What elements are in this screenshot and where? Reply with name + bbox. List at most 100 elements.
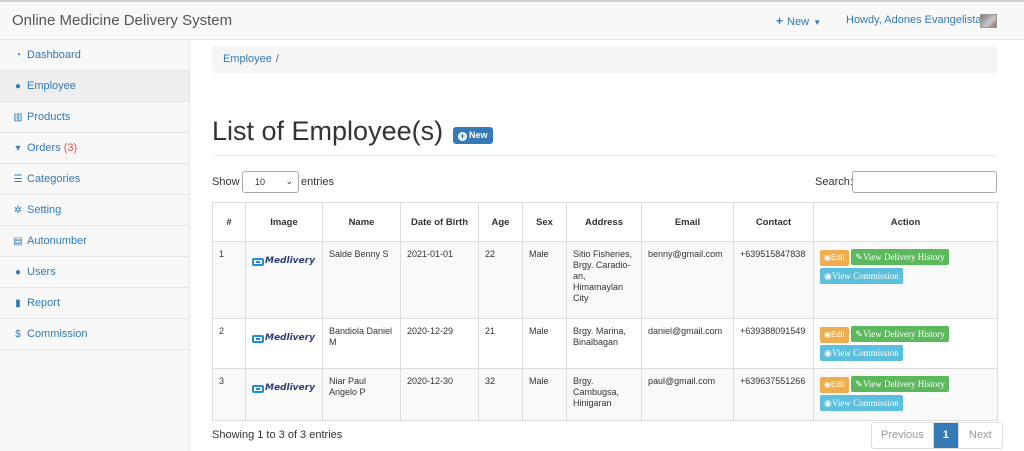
sidebar-item-employee[interactable]: ● Employee xyxy=(0,71,189,102)
sidebar-item-label: Employee xyxy=(27,80,76,92)
app-title[interactable]: Online Medicine Delivery System xyxy=(12,12,232,29)
view-delivery-history-button[interactable]: ✎View Delivery History xyxy=(851,326,949,342)
page-1-button[interactable]: 1 xyxy=(933,423,958,448)
cell-address: Sitio Fisheries, Brgy. Caradio-an, Himam… xyxy=(566,241,642,319)
table-row: 1 Medlivery Salde Benny S 2021-01-01 22 … xyxy=(212,241,998,319)
cell-name: Salde Benny S xyxy=(322,241,401,319)
column-header[interactable]: Contact xyxy=(733,202,814,242)
sidebar-item-products[interactable]: ▥ Products xyxy=(0,102,189,133)
logo-text-a: Med xyxy=(265,383,287,393)
breadcrumb-separator: / xyxy=(275,53,279,65)
entries-select[interactable]: 10 ⌄ xyxy=(242,171,299,193)
edit-button[interactable]: ◉Edit xyxy=(820,377,849,393)
column-header[interactable]: Action xyxy=(813,202,998,242)
cell-image: Medlivery xyxy=(245,241,323,319)
chevron-down-icon: ⌄ xyxy=(285,176,293,186)
eye-icon: ◉ xyxy=(824,330,831,339)
sidebar-item-categories[interactable]: ☰ Categories xyxy=(0,164,189,195)
history-label: View Delivery History xyxy=(862,379,945,389)
column-header[interactable]: Name xyxy=(322,202,401,242)
breadcrumb-employee-link[interactable]: Employee xyxy=(223,53,272,65)
eye-icon: ◉ xyxy=(824,271,832,281)
cell-age: 22 xyxy=(478,241,523,319)
medlivery-logo: Medlivery xyxy=(252,256,316,267)
cell-address: Brgy. Marina, Binalbagan xyxy=(566,318,642,369)
sidebar-item-commission[interactable]: $ Commission xyxy=(0,319,189,350)
edit-button[interactable]: ◉Edit xyxy=(820,250,849,266)
new-dropdown-label: New xyxy=(787,16,810,28)
cell-dob: 2020-12-30 xyxy=(400,368,479,421)
new-dropdown[interactable]: + New ▼ xyxy=(776,14,821,28)
user-menu[interactable]: Howdy, Adones Evangelista xyxy=(846,14,982,26)
orders-count-badge: (3) xyxy=(63,142,78,154)
eye-icon: ◉ xyxy=(824,380,831,389)
entries-select-value: 10 xyxy=(255,177,266,187)
dollar-icon: $ xyxy=(15,329,21,340)
sidebar-item-label: Autonumber xyxy=(27,235,87,247)
sidebar-item-autonumber[interactable]: ▤ Autonumber xyxy=(0,226,189,257)
show-label: Show xyxy=(212,176,240,188)
truck-icon xyxy=(252,384,264,393)
cell-email: paul@gmail.com xyxy=(641,368,734,421)
column-header[interactable]: Date of Birth xyxy=(400,202,479,242)
cell-image: Medlivery xyxy=(245,368,323,421)
view-delivery-history-button[interactable]: ✎View Delivery History xyxy=(851,249,949,265)
cell-action: ◉Edit ✎View Delivery History ◉View Commi… xyxy=(813,241,998,319)
column-header[interactable]: # xyxy=(212,202,246,242)
history-label: View Delivery History xyxy=(862,252,945,262)
sidebar-item-setting[interactable]: ✲ Setting xyxy=(0,195,189,226)
search-input[interactable] xyxy=(852,171,997,193)
avatar[interactable] xyxy=(980,14,997,28)
edit-icon: ✎ xyxy=(855,329,863,339)
sidebar-item-report[interactable]: ▮ Report xyxy=(0,288,189,319)
entries-label: entries xyxy=(301,176,335,188)
table-row: 3 Medlivery Niar Paul Angelo P 2020-12-3… xyxy=(212,368,998,421)
column-header[interactable]: Image xyxy=(245,202,323,242)
sidebar-item-users[interactable]: ● Users xyxy=(0,257,189,288)
sidebar-item-orders[interactable]: ▾ Orders (3) xyxy=(0,133,189,164)
cell-contact: +639637551266 xyxy=(733,368,814,421)
view-delivery-history-button[interactable]: ✎View Delivery History xyxy=(851,376,949,392)
cell-number: 2 xyxy=(212,318,246,369)
sidebar-item-label: Categories xyxy=(27,173,81,185)
edit-label: Edit xyxy=(830,380,845,389)
logo-text-b: livery xyxy=(286,256,315,266)
users-icon: ● xyxy=(14,81,22,92)
cell-age: 32 xyxy=(478,368,523,421)
commission-label: View Commission xyxy=(831,398,899,408)
logo-text-b: livery xyxy=(286,333,315,343)
view-commission-button[interactable]: ◉View Commission xyxy=(820,345,903,361)
view-commission-button[interactable]: ◉View Commission xyxy=(820,268,903,284)
edit-label: Edit xyxy=(830,330,845,339)
sidebar-item-label: Users xyxy=(27,266,56,278)
title-divider xyxy=(212,155,997,156)
view-commission-button[interactable]: ◉View Commission xyxy=(820,395,903,411)
edit-icon: ✎ xyxy=(855,252,863,262)
sidebar-item-label: Commission xyxy=(27,328,88,340)
edit-label: Edit xyxy=(830,253,845,262)
cell-action: ◉Edit ✎View Delivery History ◉View Commi… xyxy=(813,318,998,369)
column-header[interactable]: Sex xyxy=(522,202,567,242)
new-employee-label: New xyxy=(469,130,488,140)
sidebar-item-dashboard[interactable]: ◔ Dashboard xyxy=(0,40,189,71)
eye-icon: ◉ xyxy=(824,253,831,262)
next-page-button[interactable]: Next xyxy=(957,423,1002,448)
truck-icon xyxy=(252,334,264,343)
commission-label: View Commission xyxy=(831,348,899,358)
edit-button[interactable]: ◉Edit xyxy=(820,327,849,343)
cell-sex: Male xyxy=(522,241,567,319)
cell-dob: 2021-01-01 xyxy=(400,241,479,319)
column-header[interactable]: Address xyxy=(566,202,642,242)
barcode-icon: ▥ xyxy=(13,112,23,123)
previous-page-button[interactable]: Previous xyxy=(872,423,934,448)
employee-table: # Image Name Date of Birth Age Sex Addre… xyxy=(212,202,998,421)
cell-sex: Male xyxy=(522,318,567,369)
column-header[interactable]: Age xyxy=(478,202,523,242)
logo-text-a: Med xyxy=(265,333,287,343)
cell-sex: Male xyxy=(522,368,567,421)
user-icon: ● xyxy=(14,267,22,278)
medlivery-logo: Medlivery xyxy=(252,333,316,344)
new-employee-button[interactable]: + New xyxy=(453,127,493,144)
list-alt-icon: ▤ xyxy=(13,236,23,247)
column-header[interactable]: Email xyxy=(641,202,734,242)
